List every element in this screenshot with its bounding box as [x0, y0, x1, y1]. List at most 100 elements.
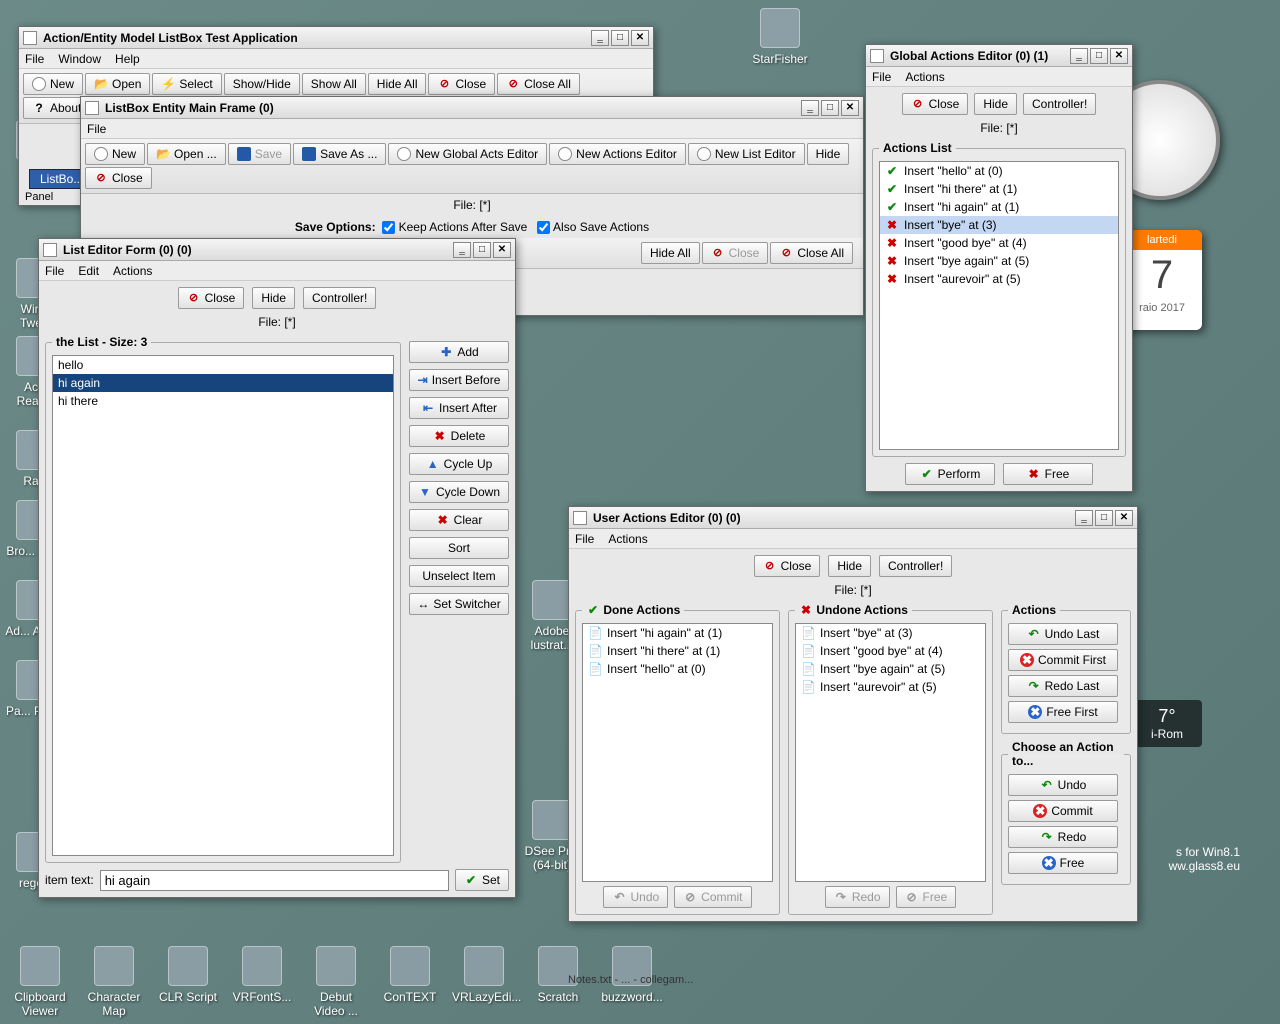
hide-all-button[interactable]: Hide All [368, 73, 427, 95]
maximize-button[interactable]: □ [611, 30, 629, 46]
new-button[interactable]: New [85, 143, 145, 165]
list-item[interactable]: hello [53, 356, 393, 374]
cycle-up-button[interactable]: ▲ Cycle Up [409, 453, 509, 475]
done-item[interactable]: 📄 Insert "hi again" at (1) [583, 624, 772, 642]
done-item[interactable]: 📄 Insert "hello" at (0) [583, 660, 772, 678]
free-button[interactable]: ✖ Free [1008, 852, 1118, 874]
menu-help[interactable]: Help [115, 52, 140, 66]
controller-button[interactable]: Controller! [1023, 93, 1096, 115]
set-switcher-button[interactable]: ↔ Set Switcher [409, 593, 509, 615]
insert-after-button[interactable]: ⇤ Insert After [409, 397, 509, 419]
titlebar[interactable]: Action/Entity Model ListBox Test Applica… [19, 27, 653, 49]
titlebar[interactable]: User Actions Editor (0) (0) ‗ □ ✕ [569, 507, 1137, 529]
minimize-button[interactable]: ‗ [1070, 48, 1088, 64]
sort-button[interactable]: Sort [409, 537, 509, 559]
hide-button[interactable]: Hide [807, 143, 850, 165]
minimize-button[interactable]: ‗ [1075, 510, 1093, 526]
undo-last-button[interactable]: ↶ Undo Last [1008, 623, 1118, 645]
free-button[interactable]: ⊘ Free [896, 886, 957, 908]
menu-edit[interactable]: Edit [78, 264, 99, 278]
hide-button[interactable]: Hide [252, 287, 295, 309]
close-button[interactable]: ✕ [841, 100, 859, 116]
controller-button[interactable]: Controller! [303, 287, 376, 309]
menu-actions[interactable]: Actions [113, 264, 152, 278]
commit-first-button[interactable]: ✖ Commit First [1008, 649, 1118, 671]
titlebar[interactable]: List Editor Form (0) (0) ‗ □ ✕ [39, 239, 515, 261]
close-all-button[interactable]: ⊘ Close All [770, 242, 853, 264]
close-button[interactable]: ⊘ Close [428, 73, 495, 95]
maximize-button[interactable]: □ [821, 100, 839, 116]
taskbar-item[interactable]: Notes.txt - ... - collegam... [568, 974, 693, 986]
menu-file[interactable]: File [45, 264, 64, 278]
close-button[interactable]: ⊘ Close [902, 93, 969, 115]
hide-all-button[interactable]: Hide All [641, 242, 700, 264]
close-button[interactable]: ✕ [1110, 48, 1128, 64]
desktop-icon[interactable]: VRFontS... [230, 946, 294, 1018]
open-button[interactable]: 📂 Open [85, 73, 150, 95]
commit-button[interactable]: ⊘ Commit [674, 886, 751, 908]
maximize-button[interactable]: □ [1095, 510, 1113, 526]
done-item[interactable]: 📄 Insert "hi there" at (1) [583, 642, 772, 660]
free-button[interactable]: ✖ Free [1003, 463, 1093, 485]
cycle-down-button[interactable]: ▼ Cycle Down [409, 481, 509, 503]
new-button[interactable]: New [23, 73, 83, 95]
show-hide-button[interactable]: Show/Hide [224, 73, 300, 95]
menu-actions[interactable]: Actions [608, 532, 647, 546]
actions-listbox[interactable]: ✔ Insert "hello" at (0)✔ Insert "hi ther… [879, 161, 1119, 450]
perform-button[interactable]: ✔ Perform [905, 463, 995, 485]
add-button[interactable]: ✚ Add [409, 341, 509, 363]
action-item[interactable]: ✔ Insert "hello" at (0) [880, 162, 1118, 180]
undone-item[interactable]: 📄 Insert "good bye" at (4) [796, 642, 985, 660]
new-global-acts-editor-button[interactable]: New Global Acts Editor [388, 143, 547, 165]
chk-keep-actions[interactable]: Keep Actions After Save [382, 220, 527, 234]
action-item[interactable]: ✖ Insert "aurevoir" at (5) [880, 270, 1118, 288]
maximize-button[interactable]: □ [473, 242, 491, 258]
undone-listbox[interactable]: 📄 Insert "bye" at (3)📄 Insert "good bye"… [795, 623, 986, 882]
redo-button[interactable]: ↷ Redo [1008, 826, 1118, 848]
close-button[interactable]: ⊘ Close [754, 555, 821, 577]
desktop-icon-starfisher[interactable]: StarFisher [748, 8, 812, 66]
delete-button[interactable]: ✖ Delete [409, 425, 509, 447]
action-item[interactable]: ✖ Insert "bye" at (3) [880, 216, 1118, 234]
action-item[interactable]: ✖ Insert "good bye" at (4) [880, 234, 1118, 252]
titlebar[interactable]: Global Actions Editor (0) (1) ‗ □ ✕ [866, 45, 1132, 67]
chk-also-save[interactable]: Also Save Actions [537, 220, 649, 234]
hide-button[interactable]: Hide [974, 93, 1017, 115]
new-actions-editor-button[interactable]: New Actions Editor [549, 143, 686, 165]
open--button[interactable]: 📂 Open ... [147, 143, 226, 165]
unselect-item-button[interactable]: Unselect Item [409, 565, 509, 587]
action-item[interactable]: ✔ Insert "hi again" at (1) [880, 198, 1118, 216]
controller-button[interactable]: Controller! [879, 555, 952, 577]
maximize-button[interactable]: □ [1090, 48, 1108, 64]
free-first-button[interactable]: ✖ Free First [1008, 701, 1118, 723]
action-item[interactable]: ✔ Insert "hi there" at (1) [880, 180, 1118, 198]
desktop-icon[interactable]: Character Map [82, 946, 146, 1018]
desktop-icon[interactable]: VRLazyEdi... [452, 946, 516, 1018]
close-button[interactable]: ⊘ Close [85, 167, 152, 189]
list-item[interactable]: hi there [53, 392, 393, 410]
undo-button[interactable]: ↶ Undo [1008, 774, 1118, 796]
undone-item[interactable]: 📄 Insert "bye" at (3) [796, 624, 985, 642]
done-listbox[interactable]: 📄 Insert "hi again" at (1)📄 Insert "hi t… [582, 623, 773, 882]
new-list-editor-button[interactable]: New List Editor [688, 143, 805, 165]
menu-actions[interactable]: Actions [905, 70, 944, 84]
list-item[interactable]: hi again [53, 374, 393, 392]
menu-window[interactable]: Window [58, 52, 101, 66]
menu-file[interactable]: File [872, 70, 891, 84]
desktop-icon[interactable]: ConTEXT [378, 946, 442, 1018]
titlebar[interactable]: ListBox Entity Main Frame (0) ‗ □ ✕ [81, 97, 863, 119]
menu-file[interactable]: File [575, 532, 594, 546]
redo-button[interactable]: ↷ Redo [825, 886, 890, 908]
minimize-button[interactable]: ‗ [453, 242, 471, 258]
show-all-button[interactable]: Show All [302, 73, 366, 95]
set-button[interactable]: ✔ Set [455, 869, 509, 891]
desktop-icon[interactable]: Clipboard Viewer [8, 946, 72, 1018]
select-button[interactable]: ⚡ Select [152, 73, 221, 95]
item-text-input[interactable] [100, 870, 449, 891]
close-button[interactable]: ✕ [493, 242, 511, 258]
desktop-icon[interactable]: CLR Script [156, 946, 220, 1018]
items-listbox[interactable]: hellohi againhi there [52, 355, 394, 856]
save-button[interactable]: Save [228, 143, 291, 165]
action-item[interactable]: ✖ Insert "bye again" at (5) [880, 252, 1118, 270]
close-button[interactable]: ✕ [1115, 510, 1133, 526]
